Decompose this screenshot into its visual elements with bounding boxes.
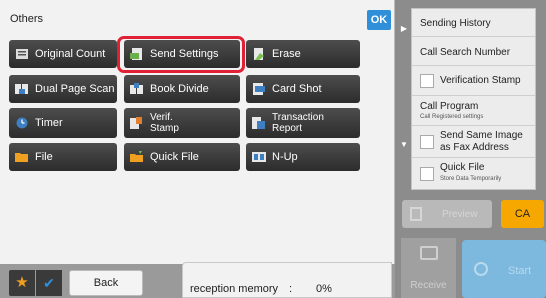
- back-button[interactable]: Back: [69, 270, 143, 296]
- function-label: Transaction Report: [272, 112, 324, 134]
- file-button[interactable]: File: [9, 143, 117, 171]
- others-panel: Others OK Original Count Send Settings E…: [0, 0, 395, 264]
- sending-history-item[interactable]: Sending History: [412, 9, 535, 37]
- card-shot-icon: [253, 83, 265, 95]
- ca-button[interactable]: CA: [501, 200, 544, 228]
- function-label: File: [35, 151, 53, 163]
- start-label: Start: [508, 265, 532, 277]
- erase-icon: [254, 48, 264, 60]
- verif-stamp-icon: [130, 117, 142, 129]
- checkbox[interactable]: [420, 135, 434, 149]
- checkbox[interactable]: [420, 74, 434, 88]
- quick-file-icon: [130, 151, 143, 162]
- item-label: Send Same Image as Fax Address: [440, 130, 523, 153]
- receive-button[interactable]: Receive: [401, 238, 456, 298]
- quick-file-item[interactable]: Quick File Store Data Temporarily: [412, 158, 535, 190]
- expand-arrow-icon[interactable]: ▶: [397, 18, 411, 40]
- function-label: Card Shot: [272, 83, 322, 95]
- function-label: Dual Page Scan: [35, 83, 115, 95]
- item-label: Verification Stamp: [440, 75, 521, 86]
- n-up-button[interactable]: N-Up: [246, 143, 360, 171]
- star-icon[interactable]: ★: [9, 270, 35, 296]
- card-shot-button[interactable]: Card Shot: [246, 75, 360, 103]
- item-label: Call Program: [420, 101, 479, 112]
- start-button[interactable]: Start: [462, 240, 546, 298]
- item-sublabel: Call Registered settings: [420, 114, 484, 120]
- original-count-button[interactable]: Original Count: [9, 40, 117, 68]
- dual-page-scan-icon: [15, 84, 28, 94]
- function-label: Verif. Stamp: [150, 112, 179, 134]
- book-divide-button[interactable]: Book Divide: [124, 75, 240, 103]
- checkbox[interactable]: [420, 167, 434, 181]
- panel-title: Others: [10, 13, 44, 25]
- ok-button[interactable]: OK: [367, 10, 391, 30]
- transaction-report-button[interactable]: Transaction Report: [246, 108, 360, 138]
- item-label: Sending History: [420, 18, 491, 29]
- checkmark-icon[interactable]: ✔: [36, 270, 62, 296]
- erase-button[interactable]: Erase: [246, 40, 360, 68]
- call-program-item[interactable]: Call Program Call Registered settings: [412, 96, 535, 126]
- action-panel: Sending History Call Search Number Verif…: [411, 8, 536, 190]
- function-label: N-Up: [272, 151, 298, 163]
- preview-label: Preview: [442, 208, 478, 220]
- send-settings-highlight: [117, 36, 245, 73]
- item-label: Call Search Number: [420, 47, 511, 58]
- verification-stamp-item[interactable]: Verification Stamp: [412, 66, 535, 96]
- reception-memory-label: reception memory: [190, 283, 279, 295]
- preview-icon: [410, 207, 422, 221]
- reception-memory-value: 0%: [316, 283, 332, 295]
- item-label: Quick File: [440, 162, 485, 173]
- quick-file-button[interactable]: Quick File: [124, 143, 240, 171]
- dual-page-scan-button[interactable]: Dual Page Scan: [9, 75, 117, 103]
- original-count-icon: [16, 49, 28, 59]
- receive-icon: [420, 246, 438, 260]
- receive-label: Receive: [410, 280, 447, 291]
- function-label: Quick File: [150, 151, 199, 163]
- reception-memory-colon: :: [289, 283, 293, 295]
- preview-button[interactable]: Preview: [402, 200, 492, 228]
- verif-stamp-button[interactable]: Verif. Stamp: [124, 108, 240, 138]
- n-up-icon: [252, 152, 266, 162]
- function-label: Original Count: [35, 48, 106, 60]
- function-label: Timer: [35, 117, 63, 129]
- scroll-down-icon[interactable]: ▼: [397, 135, 411, 155]
- timer-button[interactable]: Timer: [9, 108, 117, 138]
- call-search-number-item[interactable]: Call Search Number: [412, 37, 535, 66]
- function-label: Book Divide: [150, 83, 209, 95]
- book-divide-icon: [130, 83, 143, 94]
- folder-icon: [15, 153, 28, 162]
- start-icon: [474, 262, 488, 276]
- item-sublabel: Store Data Temporarily: [440, 176, 502, 182]
- function-label: Erase: [272, 48, 301, 60]
- timer-icon: [16, 117, 28, 129]
- transaction-report-icon: [252, 117, 265, 129]
- send-same-image-item[interactable]: Send Same Image as Fax Address: [412, 126, 535, 158]
